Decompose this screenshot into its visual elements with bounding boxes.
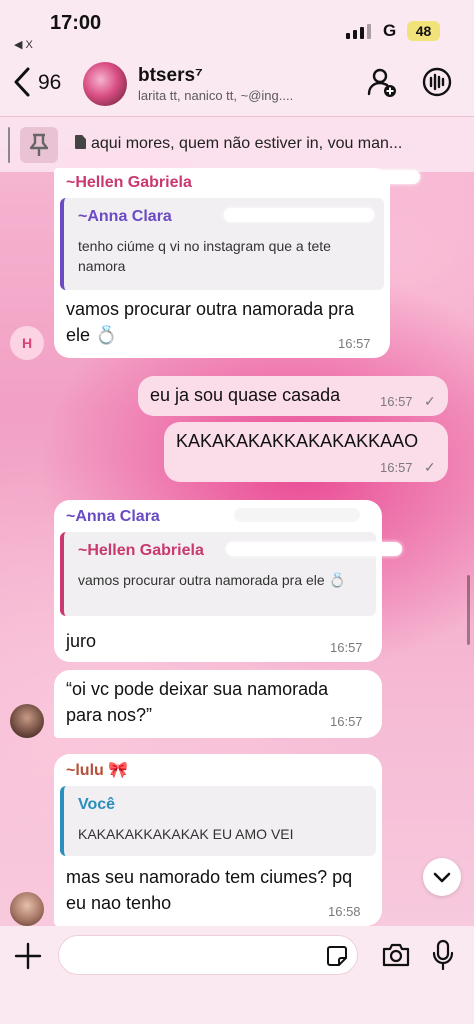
status-time: 17:00	[50, 12, 102, 34]
reply-text: tenho ciúme q vi no instagram que a tete…	[78, 238, 331, 274]
redaction-scribble	[234, 508, 360, 522]
redaction-scribble	[224, 208, 374, 222]
status-bar: 17:00 ◀ X G 48	[0, 0, 474, 52]
reply-text: vamos procurar outra namorada pra ele 💍	[78, 572, 347, 588]
chat-header: 96 btsers⁷ larita tt, nanico tt, ~@ing..…	[0, 52, 474, 116]
document-icon	[75, 135, 86, 149]
quoted-reply[interactable]: ~Hellen Gabriela vamos procurar outra na…	[60, 532, 402, 616]
pinned-text-wrap: aqui mores, quem não estiver in, vou man…	[75, 135, 402, 153]
group-call-icon[interactable]	[421, 66, 453, 98]
redaction-scribble	[292, 170, 420, 184]
group-members[interactable]: larita tt, nanico tt, ~@ing....	[138, 88, 338, 103]
message-bubble-anna[interactable]: ~Anna Clara ~Hellen Gabriela vamos procu…	[54, 500, 402, 662]
back-chevron-icon[interactable]	[10, 64, 34, 100]
quoted-reply[interactable]: ~Anna Clara tenho ciúme q vi no instagra…	[60, 198, 384, 290]
pin-indicator	[8, 127, 10, 163]
message-bubble-outgoing[interactable]: eu ja sou quase casada 16:57 ✓	[138, 376, 448, 416]
pinned-text: aqui mores, quem não estiver in, vou man…	[91, 135, 403, 152]
reply-sender-name: Você	[78, 796, 116, 813]
message-time: 16:57	[380, 460, 413, 475]
message-bubble-quote[interactable]: “oi vc pode deixar sua namorada para nos…	[54, 670, 382, 738]
message-text: juro	[66, 631, 97, 651]
message-text: vamos procurar outra namorada pra ele 💍	[66, 299, 355, 345]
avatar[interactable]	[10, 704, 44, 738]
add-person-icon[interactable]	[366, 66, 398, 98]
battery-icon: 48	[407, 21, 440, 41]
message-bubble-outgoing[interactable]: KAKAKAKAKKAKAKAKKAAO 16:57 ✓	[164, 422, 448, 482]
message-bubble-hellen[interactable]: ~Hellen Gabriela ~Anna Clara tenho ciúme…	[54, 168, 420, 358]
read-check-icon: ✓	[424, 393, 436, 409]
sender-name: ~lulu 🎀	[66, 762, 129, 779]
pin-button[interactable]	[20, 127, 58, 163]
sticker-icon[interactable]	[326, 945, 348, 967]
message-text: KAKAKAKAKKAKAKAKKAAO	[176, 431, 419, 451]
message-text: mas seu namorado tem ciumes? pq eu nao t…	[66, 867, 353, 913]
avatar[interactable]: H	[10, 326, 44, 360]
reply-sender-name: ~Hellen Gabriela	[78, 542, 204, 559]
sender-name: ~Anna Clara	[66, 508, 160, 525]
pin-icon	[29, 133, 49, 156]
message-time: 16:57	[330, 714, 363, 729]
camera-icon[interactable]	[381, 941, 411, 969]
group-name[interactable]: btsers⁷	[138, 65, 203, 87]
scroll-indicator[interactable]	[467, 575, 470, 645]
reply-text: KAKAKAKKAKAKAK EU AMO VEI	[78, 826, 294, 842]
read-check-icon: ✓	[424, 459, 436, 475]
message-time: 16:57	[380, 394, 413, 409]
avatar[interactable]	[10, 892, 44, 926]
message-input-bar	[0, 926, 474, 1024]
message-text: eu ja sou quase casada	[150, 385, 341, 405]
message-time: 16:58	[328, 904, 361, 919]
quoted-reply[interactable]: Você KAKAKAKKAKAKAK EU AMO VEI	[60, 786, 376, 856]
back-to-app-link[interactable]: ◀ X	[14, 38, 33, 51]
group-avatar[interactable]	[83, 62, 127, 106]
message-text: “oi vc pode deixar sua namorada para nos…	[66, 679, 329, 725]
scroll-down-button[interactable]	[423, 858, 461, 896]
message-input[interactable]	[58, 935, 358, 975]
reply-sender-name: ~Anna Clara	[78, 208, 172, 225]
unread-count[interactable]: 96	[38, 71, 61, 95]
chevron-down-icon	[433, 872, 451, 883]
signal-icon	[346, 24, 371, 39]
plus-icon[interactable]	[14, 942, 42, 970]
redaction-scribble	[226, 542, 402, 556]
message-time: 16:57	[330, 640, 363, 655]
sender-name: ~Hellen Gabriela	[66, 174, 192, 191]
message-bubble-lulu[interactable]: ~lulu 🎀 Você KAKAKAKKAKAKAK EU AMO VEI m…	[54, 754, 382, 926]
carrier-label: G	[383, 21, 397, 40]
pinned-message-bar[interactable]: aqui mores, quem não estiver in, vou man…	[0, 116, 474, 172]
message-time: 16:57	[338, 336, 371, 351]
microphone-icon[interactable]	[432, 939, 454, 971]
